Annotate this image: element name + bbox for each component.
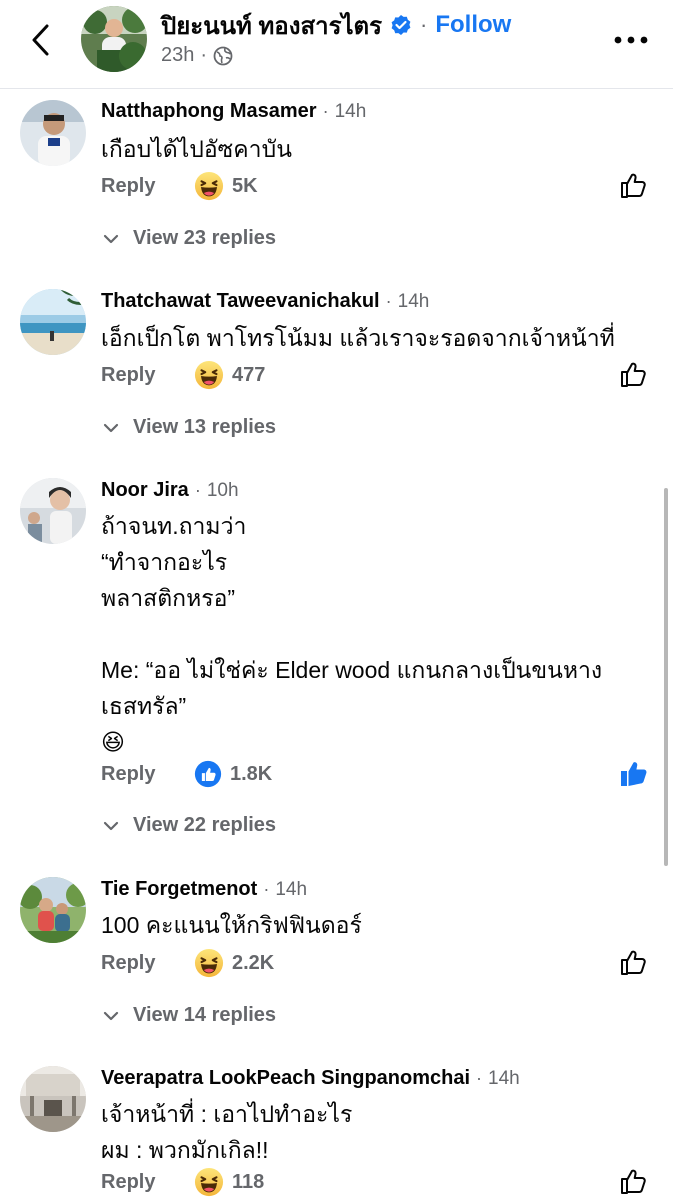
comment-line: พลาสติกหรอ” — [101, 585, 236, 611]
verified-badge-icon — [390, 14, 412, 36]
separator: · — [194, 480, 201, 500]
reply-button[interactable]: Reply — [101, 952, 194, 975]
comment-actions: Reply 5K — [101, 168, 649, 204]
follow-button[interactable]: Follow — [435, 11, 511, 39]
reaction-summary[interactable]: 477 — [194, 360, 265, 390]
comment-text: 100 คะแนนให้กริฟฟินดอร์ — [101, 907, 661, 943]
avatar[interactable] — [20, 478, 86, 544]
reaction-summary[interactable]: 1.8K — [194, 760, 272, 788]
comment-line: ถ้าจนท.ถามว่า — [101, 513, 247, 539]
liked-icon[interactable] — [619, 758, 649, 788]
comment-author[interactable]: Tie Forgetmenot — [101, 878, 257, 901]
avatar[interactable] — [20, 289, 86, 355]
comment-author[interactable]: Noor Jira — [101, 479, 189, 502]
comment-actions: Reply 1.8K — [101, 756, 649, 792]
separator: · — [385, 291, 392, 311]
view-replies-button[interactable]: View 23 replies — [101, 227, 276, 250]
chevron-down-icon — [101, 816, 121, 836]
view-replies-label: View 14 replies — [133, 1004, 277, 1026]
comment-time: 14h — [334, 101, 367, 122]
comment-line: “ทำจากอะไร — [101, 549, 228, 575]
comment-author[interactable]: Thatchawat Taweevanichakul — [101, 290, 380, 313]
comment-line: เธสทรัล” — [101, 693, 187, 719]
like-icon[interactable] — [619, 947, 649, 977]
comment-actions: Reply 118 — [101, 1164, 649, 1200]
comment-time: 14h — [397, 291, 430, 312]
comment-line: ผม : พวกมักเกิล!! — [101, 1137, 269, 1163]
view-replies-button[interactable]: View 13 replies — [101, 416, 276, 439]
comment-text: เกือบได้ไปอัซคาบัน — [101, 131, 661, 167]
back-button[interactable] — [22, 20, 58, 60]
avatar[interactable] — [20, 877, 86, 943]
comment-line: เจ้าหน้าที่ : เอาไปทำอะไร — [101, 1101, 353, 1127]
avatar[interactable] — [20, 1066, 86, 1132]
reaction-count: 5K — [232, 174, 258, 197]
reaction-summary[interactable]: 5K — [194, 171, 258, 201]
comment-blank-line — [101, 616, 661, 652]
separator: · — [263, 879, 270, 899]
haha-icon — [194, 360, 224, 390]
comment-time: 10h — [206, 480, 239, 501]
separator: · — [476, 1068, 483, 1088]
comment-text: เอ็กเป็กโต พาโทรโน้มม แล้วเราจะรอดจากเจ้… — [101, 320, 661, 356]
chevron-left-icon — [32, 24, 49, 56]
separator: · — [322, 101, 329, 121]
reaction-count: 1.8K — [230, 762, 273, 785]
comment-author[interactable]: Natthaphong Masamer — [101, 100, 317, 123]
page-avatar[interactable] — [81, 6, 147, 72]
reply-button[interactable]: Reply — [101, 175, 194, 198]
haha-icon — [194, 171, 224, 201]
like-icon[interactable] — [619, 359, 649, 389]
page-name[interactable]: ปิยะนนท์ ทองสารไตร — [161, 6, 382, 45]
comment-text: เจ้าหน้าที่ : เอาไปทำอะไร ผม : พวกมักเกิ… — [101, 1096, 661, 1168]
scrollbar[interactable] — [664, 488, 668, 866]
header-separator: · — [420, 12, 428, 37]
view-replies-label: View 22 replies — [133, 814, 277, 836]
view-replies-label: View 23 replies — [133, 227, 277, 249]
comment-actions: Reply 477 — [101, 357, 649, 393]
reaction-summary[interactable]: 2.2K — [194, 948, 274, 978]
comment-actions: Reply 2.2K — [101, 945, 649, 981]
post-time: 23h — [161, 44, 195, 66]
reply-button[interactable]: Reply — [101, 1171, 194, 1194]
reply-button[interactable]: Reply — [101, 763, 194, 786]
haha-icon — [194, 948, 224, 978]
comment-line: 100 คะแนนให้กริฟฟินดอร์ — [101, 912, 362, 938]
view-replies-button[interactable]: View 14 replies — [101, 1004, 276, 1027]
post-header: ปิยะนนท์ ทองสารไตร · Follow 23h · — [0, 0, 673, 89]
like-icon[interactable] — [619, 1166, 649, 1196]
chevron-down-icon — [101, 1006, 121, 1026]
comment-line: Me: “ออ ไม่ใช่ค่ะ Elder wood แกนกลางเป็น… — [101, 657, 603, 683]
avatar[interactable] — [20, 100, 86, 166]
comment-author[interactable]: Veerapatra LookPeach Singpanomchai — [101, 1067, 470, 1090]
reaction-count: 477 — [232, 363, 266, 386]
meta-separator: · — [200, 44, 208, 66]
reaction-count: 118 — [232, 1170, 265, 1193]
comment-text: ถ้าจนท.ถามว่า “ทำจากอะไร พลาสติกหรอ” Me:… — [101, 508, 661, 760]
post-meta: 23h · — [161, 44, 233, 67]
comment-time: 14h — [275, 879, 308, 900]
like-reaction-icon — [194, 760, 222, 788]
reaction-summary[interactable]: 118 — [194, 1167, 264, 1197]
like-icon[interactable] — [619, 170, 649, 200]
more-dots-icon — [614, 36, 648, 44]
view-replies-button[interactable]: View 22 replies — [101, 814, 276, 837]
comment-time: 14h — [488, 1068, 520, 1089]
comment-line: เกือบได้ไปอัซคาบัน — [101, 136, 292, 162]
reaction-count: 2.2K — [232, 951, 275, 974]
haha-icon — [194, 1167, 224, 1197]
chevron-down-icon — [101, 418, 121, 438]
chevron-down-icon — [101, 229, 121, 249]
comment-emoji: 😆 — [101, 729, 125, 755]
more-options-button[interactable] — [611, 28, 651, 52]
comment-line: เอ็กเป็กโต พาโทรโน้มม แล้วเราจะรอดจากเจ้… — [101, 325, 615, 351]
view-replies-label: View 13 replies — [133, 416, 277, 438]
globe-icon — [213, 46, 233, 65]
reply-button[interactable]: Reply — [101, 364, 194, 387]
